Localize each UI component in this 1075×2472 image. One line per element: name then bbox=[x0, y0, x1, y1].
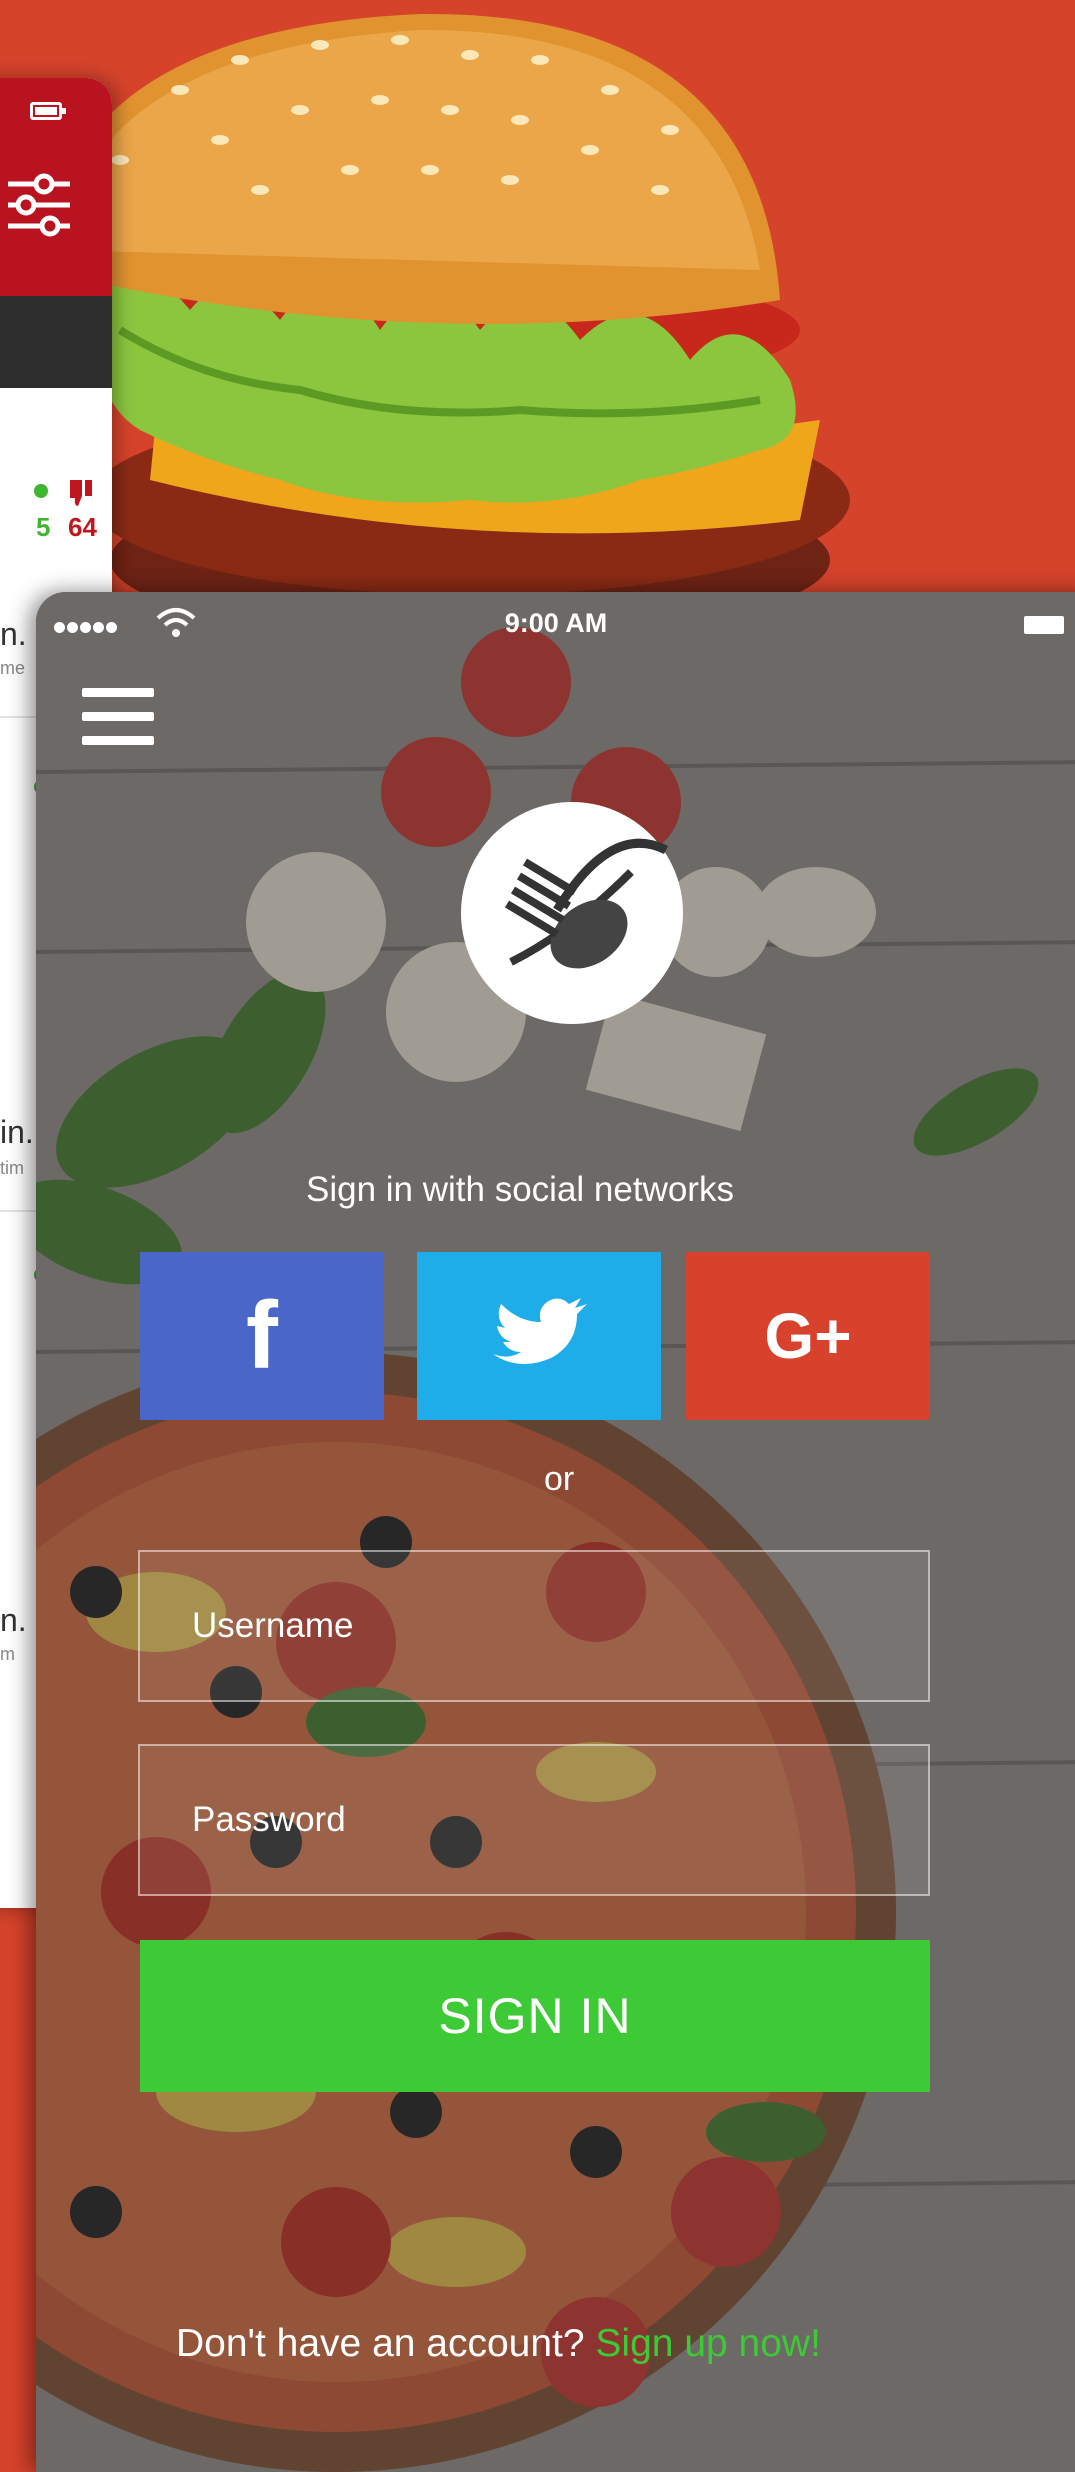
google-plus-sign-in-button[interactable]: G+ bbox=[686, 1252, 930, 1420]
facebook-icon: f bbox=[246, 1282, 278, 1389]
fork-spoon-logo bbox=[461, 802, 683, 1024]
sign-in-label: SIGN IN bbox=[438, 1988, 632, 2044]
filter-sliders-icon bbox=[8, 173, 70, 237]
sign-up-link[interactable]: Sign up now! bbox=[595, 2322, 821, 2365]
twitter-bird-icon bbox=[493, 1298, 587, 1365]
status-time: 9:00 AM bbox=[504, 608, 608, 638]
dislike-count: 64 bbox=[68, 512, 97, 542]
back-phone-tabbar bbox=[0, 296, 112, 388]
hamburger-menu-button[interactable] bbox=[82, 688, 154, 746]
username-field[interactable]: Username bbox=[138, 1550, 930, 1702]
google-plus-icon: G+ bbox=[764, 1300, 852, 1372]
status-bar: 9:00 AM bbox=[36, 592, 1075, 652]
signup-prompt: Don't have an account? Sign up now! bbox=[176, 2322, 821, 2366]
username-placeholder: Username bbox=[192, 1606, 354, 1645]
like-count: 5 bbox=[36, 512, 51, 542]
social-sign-in-title: Sign in with social networks bbox=[306, 1170, 734, 1209]
back-phone-header bbox=[0, 78, 112, 296]
login-phone-screen: 9:00 AM Sign in with social networks f G… bbox=[36, 592, 1075, 2472]
sign-in-button[interactable]: SIGN IN bbox=[140, 1940, 930, 2092]
hero-burger-image bbox=[0, 0, 1075, 620]
list-item-subtitle: me bbox=[0, 658, 26, 678]
list-item-title: in. bbox=[0, 1114, 34, 1150]
or-divider-label: or bbox=[544, 1460, 575, 1498]
password-field[interactable]: Password bbox=[138, 1744, 930, 1896]
password-placeholder: Password bbox=[192, 1800, 346, 1839]
list-item-subtitle: tim bbox=[0, 1158, 24, 1178]
twitter-sign-in-button[interactable] bbox=[417, 1252, 661, 1420]
no-account-text: Don't have an account? bbox=[176, 2322, 585, 2365]
thumbs-down-icon bbox=[70, 480, 92, 506]
battery-icon bbox=[30, 102, 66, 120]
battery-icon bbox=[1024, 616, 1064, 634]
like-icon bbox=[34, 484, 48, 498]
facebook-sign-in-button[interactable]: f bbox=[140, 1252, 384, 1420]
list-item-title: n. bbox=[0, 1602, 27, 1638]
list-item-subtitle: m bbox=[0, 1644, 15, 1664]
list-item-title: n. bbox=[0, 616, 27, 652]
